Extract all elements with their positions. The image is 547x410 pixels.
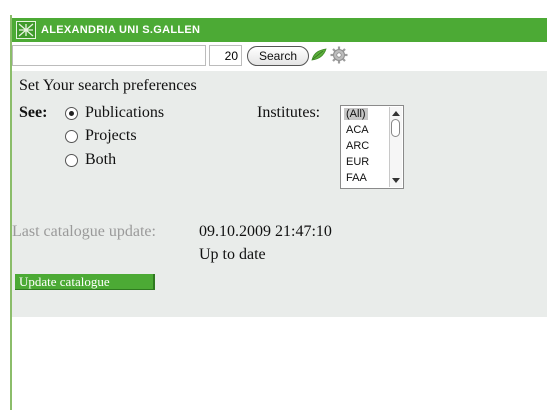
app-title: ALEXANDRIA UNI S.GALLEN [41,24,201,36]
radio-button-checked[interactable] [65,106,78,120]
update-catalogue-button[interactable]: Update catalogue [15,274,155,290]
radio-publications[interactable]: Publications [65,104,164,122]
radio-both[interactable]: Both [65,151,116,169]
leaf-icon[interactable] [311,48,327,67]
preferences-heading: Set Your search preferences [19,77,197,94]
institute-option[interactable]: ARC [344,140,371,152]
preferences-panel: Set Your search preferences See: Publica… [12,71,547,317]
institute-option[interactable]: EUR [344,156,371,168]
scroll-thumb[interactable] [391,119,400,137]
see-label: See: [19,104,48,121]
search-bar: Search [12,43,547,71]
radio-label-projects: Projects [85,127,137,144]
radio-button[interactable] [65,129,78,143]
institute-option[interactable]: FAA [344,172,369,184]
search-button[interactable]: Search [247,46,309,66]
institute-option[interactable]: (All) [344,108,368,120]
radio-label-publications: Publications [85,104,165,121]
search-input[interactable] [12,45,206,66]
institutes-label: Institutes: [257,104,321,121]
listbox-scrollbar[interactable] [389,107,402,187]
institute-option[interactable]: ACA [344,124,371,136]
catalogue-status: Up to date [199,246,266,263]
results-count-input[interactable] [209,45,242,66]
title-bar: ALEXANDRIA UNI S.GALLEN [12,18,547,42]
gear-icon[interactable] [330,46,348,69]
institutes-listbox[interactable]: (All) ACA ARC EUR FAA [340,105,404,189]
scroll-down-arrow-icon[interactable] [392,178,400,183]
scroll-up-arrow-icon[interactable] [392,111,400,116]
catalogue-update-label: Last catalogue update: [12,223,156,240]
radio-projects[interactable]: Projects [65,127,137,145]
catalogue-update-date: 09.10.2009 21:47:10 [199,223,332,240]
radio-button[interactable] [65,153,78,167]
alexandria-logo-icon [16,21,36,39]
radio-label-both: Both [85,151,117,168]
